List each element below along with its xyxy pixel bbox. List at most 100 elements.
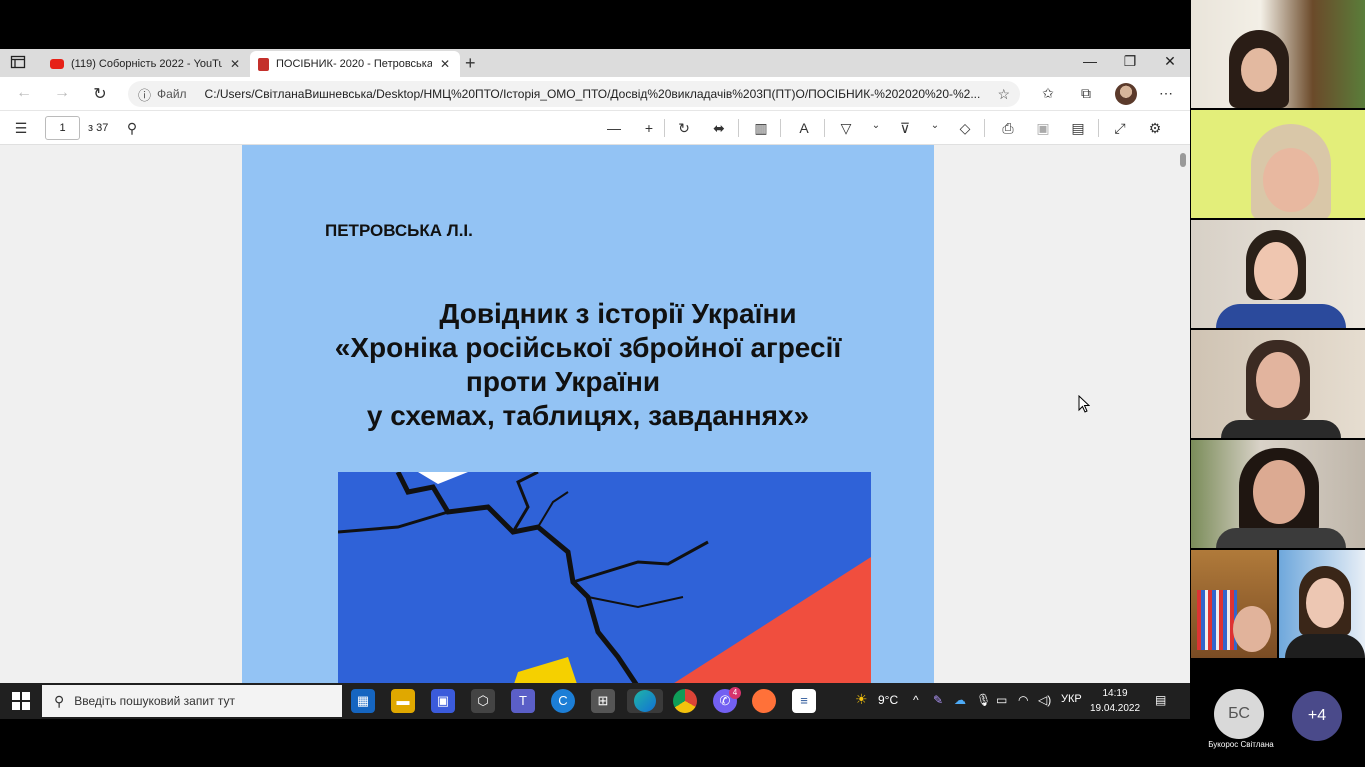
- battery-icon[interactable]: ▭: [996, 693, 1007, 707]
- info-icon[interactable]: ⓘ: [138, 85, 151, 104]
- person-face: [1233, 606, 1271, 652]
- divider: [738, 119, 739, 137]
- fullscreen-icon[interactable]: ⤢: [1110, 120, 1130, 137]
- fit-width-icon[interactable]: ⬌: [709, 120, 729, 137]
- onedrive-icon[interactable]: ☁: [954, 693, 966, 707]
- title-line: Довідник з історії України: [439, 298, 797, 329]
- tab-bar: (119) Соборність 2022 - YouTube ✕ ПОСІБН…: [0, 49, 1190, 77]
- participant-video[interactable]: [1191, 550, 1277, 658]
- reload-button[interactable]: ↻: [90, 84, 110, 104]
- save-icon[interactable]: ▣: [1033, 120, 1053, 137]
- profile-avatar[interactable]: [1115, 83, 1137, 105]
- page-view-icon[interactable]: ▥: [751, 120, 771, 137]
- read-aloud-icon[interactable]: A: [794, 120, 814, 136]
- tab-title: ПОСІБНИК- 2020 - Петровська: [276, 58, 432, 70]
- clock-date: 19.04.2022: [1090, 703, 1141, 714]
- viber-icon[interactable]: ✆ 4: [713, 687, 741, 713]
- search-icon[interactable]: ⚲: [122, 120, 142, 137]
- word-doc-icon[interactable]: ≡: [792, 689, 816, 713]
- teams-icon[interactable]: T: [511, 689, 535, 713]
- store-icon[interactable]: ▣: [431, 689, 455, 713]
- save-as-icon[interactable]: ▤: [1068, 120, 1088, 137]
- participant-name: Букорос Світлана: [1208, 740, 1274, 749]
- rotate-icon[interactable]: ↻: [674, 120, 694, 137]
- weather-icon[interactable]: ☀: [855, 691, 868, 708]
- divider: [984, 119, 985, 137]
- search-placeholder: Введіть пошуковий запит тут: [74, 694, 235, 708]
- more-participants-button[interactable]: +4: [1292, 691, 1342, 741]
- participant-video[interactable]: [1279, 550, 1365, 658]
- minimize-button[interactable]: —: [1080, 53, 1100, 69]
- calculator-icon[interactable]: ⊞: [591, 689, 615, 713]
- volume-icon[interactable]: ◁): [1038, 693, 1051, 707]
- collections-icon[interactable]: ⧉: [1076, 85, 1096, 102]
- restore-button[interactable]: ❐: [1120, 53, 1140, 70]
- page-total: з 37: [88, 122, 109, 134]
- person-shoulders: [1216, 528, 1346, 548]
- pen-icon[interactable]: ✎: [933, 693, 943, 707]
- eraser-icon[interactable]: ◇: [955, 120, 975, 137]
- divider: [1098, 119, 1099, 137]
- vpn-app-icon[interactable]: ⬡: [471, 689, 495, 713]
- settings-icon[interactable]: ⚙: [1145, 120, 1165, 137]
- file-explorer-icon[interactable]: ▬: [391, 689, 415, 713]
- firefox-icon[interactable]: [752, 689, 776, 713]
- forward-button[interactable]: →: [52, 84, 72, 102]
- person-face: [1306, 578, 1344, 628]
- windows-start-icon[interactable]: [12, 692, 30, 710]
- wifi-icon[interactable]: ◠: [1018, 693, 1028, 707]
- mouse-cursor-icon: [1078, 395, 1090, 413]
- notifications-icon[interactable]: ▤: [1155, 693, 1166, 707]
- contents-icon[interactable]: ☰: [11, 120, 31, 137]
- chevron-up-icon[interactable]: ^: [913, 693, 919, 707]
- close-window-button[interactable]: ✕: [1160, 53, 1180, 70]
- person-shoulders: [1221, 420, 1341, 438]
- url-scheme: Файл: [157, 87, 187, 101]
- participant-video[interactable]: [1191, 0, 1365, 108]
- add-favorite-icon[interactable]: ☆: [997, 86, 1010, 103]
- app-c-icon[interactable]: C: [551, 689, 575, 713]
- person-face: [1253, 460, 1305, 524]
- participant-video[interactable]: [1191, 220, 1365, 328]
- microphone-icon[interactable]: 🎙: [976, 693, 991, 707]
- close-icon[interactable]: ✕: [228, 57, 242, 71]
- print-icon[interactable]: ⎙: [998, 120, 1018, 137]
- participant-avatar[interactable]: БС: [1214, 689, 1264, 739]
- person-face: [1241, 48, 1277, 92]
- chrome-icon[interactable]: [673, 689, 697, 713]
- draw-icon[interactable]: ▽: [836, 120, 856, 137]
- chevron-down-icon[interactable]: ⌄: [925, 120, 945, 131]
- weather-temp[interactable]: 9°C: [878, 693, 898, 707]
- new-tab-button[interactable]: +: [465, 53, 476, 74]
- title-line: у схемах, таблицях, завданнях»: [366, 400, 810, 431]
- tab-actions-icon[interactable]: [10, 54, 30, 72]
- person-face: [1263, 148, 1319, 212]
- person-face: [1256, 352, 1300, 408]
- zoom-in-icon[interactable]: +: [639, 120, 659, 136]
- taskbar-search-input[interactable]: ⚲ Введіть пошуковий запит тут: [42, 685, 342, 717]
- url-field[interactable]: ⓘ Файл C:/Users/СвітланаВишневська/Deskt…: [128, 81, 1020, 107]
- scrollbar-thumb[interactable]: [1180, 153, 1186, 167]
- person-face: [1254, 242, 1298, 300]
- more-menu-icon[interactable]: ⋯: [1156, 85, 1176, 102]
- calendar-app-icon[interactable]: ▦: [351, 689, 375, 713]
- pdf-viewer[interactable]: ПЕТРОВСЬКА Л.І. Довідник з історії Украї…: [0, 145, 1176, 683]
- back-button[interactable]: ←: [14, 84, 34, 102]
- highlight-icon[interactable]: ⊽: [895, 120, 915, 137]
- participant-video[interactable]: [1191, 110, 1365, 218]
- clock[interactable]: 14:19 19.04.2022: [1090, 686, 1140, 716]
- page-number-input[interactable]: 1: [45, 116, 80, 140]
- address-bar: ← → ↻ ⓘ Файл C:/Users/СвітланаВишневська…: [0, 77, 1190, 111]
- zoom-out-icon[interactable]: —: [604, 120, 624, 136]
- close-icon[interactable]: ✕: [438, 57, 452, 71]
- vertical-scrollbar[interactable]: [1176, 145, 1190, 683]
- participant-video[interactable]: [1191, 440, 1365, 548]
- participant-video[interactable]: [1191, 330, 1365, 438]
- tab-youtube[interactable]: (119) Соборність 2022 - YouTube ✕: [42, 51, 250, 77]
- edge-icon[interactable]: [627, 689, 663, 713]
- favorites-icon[interactable]: ✩: [1038, 85, 1058, 102]
- clock-time: 14:19: [1102, 688, 1128, 699]
- tab-pdf[interactable]: ПОСІБНИК- 2020 - Петровська ✕: [250, 51, 460, 77]
- language-indicator[interactable]: УКР: [1061, 693, 1082, 705]
- chevron-down-icon[interactable]: ⌄: [866, 120, 886, 131]
